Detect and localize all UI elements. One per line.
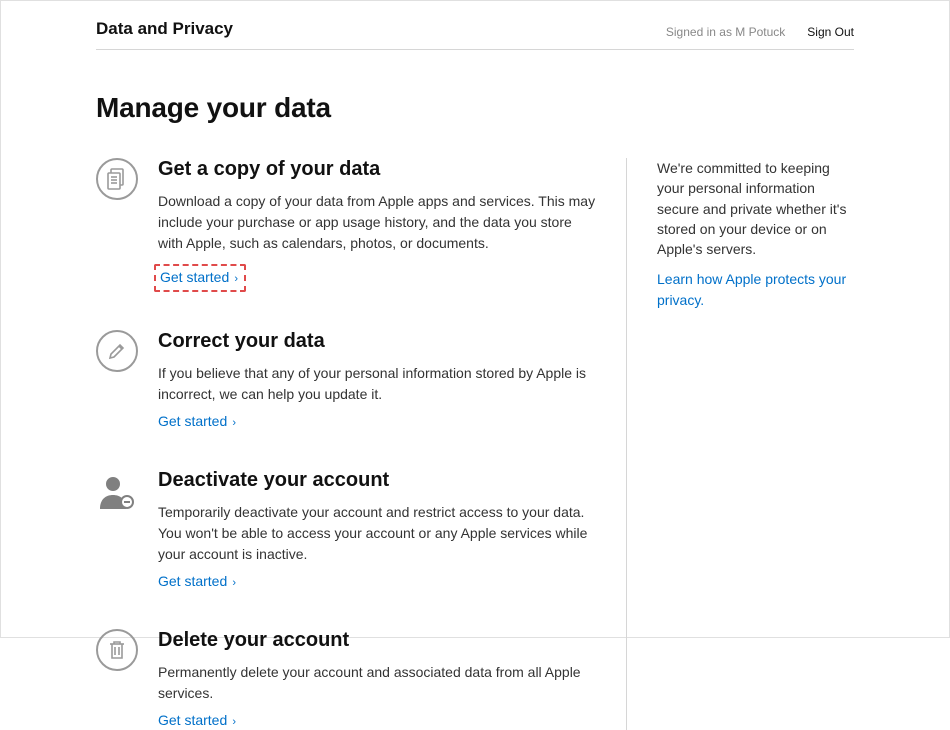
trash-icon xyxy=(96,629,138,671)
main-column: Get a copy of your data Download a copy … xyxy=(96,158,626,730)
section-correct-title: Correct your data xyxy=(158,330,596,353)
section-copy-cta-label: Get started xyxy=(160,269,229,285)
pencil-icon xyxy=(96,330,138,372)
section-deactivate: Deactivate your account Temporarily deac… xyxy=(96,469,596,591)
section-correct-cta-label: Get started xyxy=(158,413,227,429)
header-title: Data and Privacy xyxy=(96,19,233,39)
section-delete-cta-label: Get started xyxy=(158,712,227,728)
page-title: Manage your data xyxy=(96,92,854,124)
section-copy-cta[interactable]: Get started › xyxy=(160,269,238,285)
section-copy-title: Get a copy of your data xyxy=(158,158,596,181)
chevron-right-icon: › xyxy=(229,716,236,728)
document-icon xyxy=(96,158,138,200)
signed-in-label: Signed in as M Potuck xyxy=(666,25,785,39)
section-delete-cta[interactable]: Get started › xyxy=(158,712,236,728)
sidebar-learn-link[interactable]: Learn how Apple protects your privacy. xyxy=(657,271,846,307)
section-delete-desc: Permanently delete your account and asso… xyxy=(158,662,596,704)
sidebar-text: We're committed to keeping your personal… xyxy=(657,158,854,259)
user-minus-icon xyxy=(96,469,138,511)
chevron-right-icon: › xyxy=(229,417,236,429)
section-deactivate-title: Deactivate your account xyxy=(158,469,596,492)
header: Data and Privacy Signed in as M Potuck S… xyxy=(96,1,854,50)
section-deactivate-cta-label: Get started xyxy=(158,573,227,589)
section-deactivate-desc: Temporarily deactivate your account and … xyxy=(158,502,596,565)
section-correct-cta[interactable]: Get started › xyxy=(158,413,236,429)
chevron-right-icon: › xyxy=(231,273,238,285)
sidebar: We're committed to keeping your personal… xyxy=(626,158,854,730)
section-correct: Correct your data If you believe that an… xyxy=(96,330,596,431)
section-copy: Get a copy of your data Download a copy … xyxy=(96,158,596,292)
section-delete-title: Delete your account xyxy=(158,629,596,652)
section-deactivate-cta[interactable]: Get started › xyxy=(158,573,236,589)
section-correct-desc: If you believe that any of your personal… xyxy=(158,363,596,405)
header-right: Signed in as M Potuck Sign Out xyxy=(666,25,854,39)
section-delete: Delete your account Permanently delete y… xyxy=(96,629,596,730)
chevron-right-icon: › xyxy=(229,577,236,589)
highlight-annotation: Get started › xyxy=(154,264,246,292)
sign-out-link[interactable]: Sign Out xyxy=(807,25,854,39)
section-copy-desc: Download a copy of your data from Apple … xyxy=(158,191,596,254)
